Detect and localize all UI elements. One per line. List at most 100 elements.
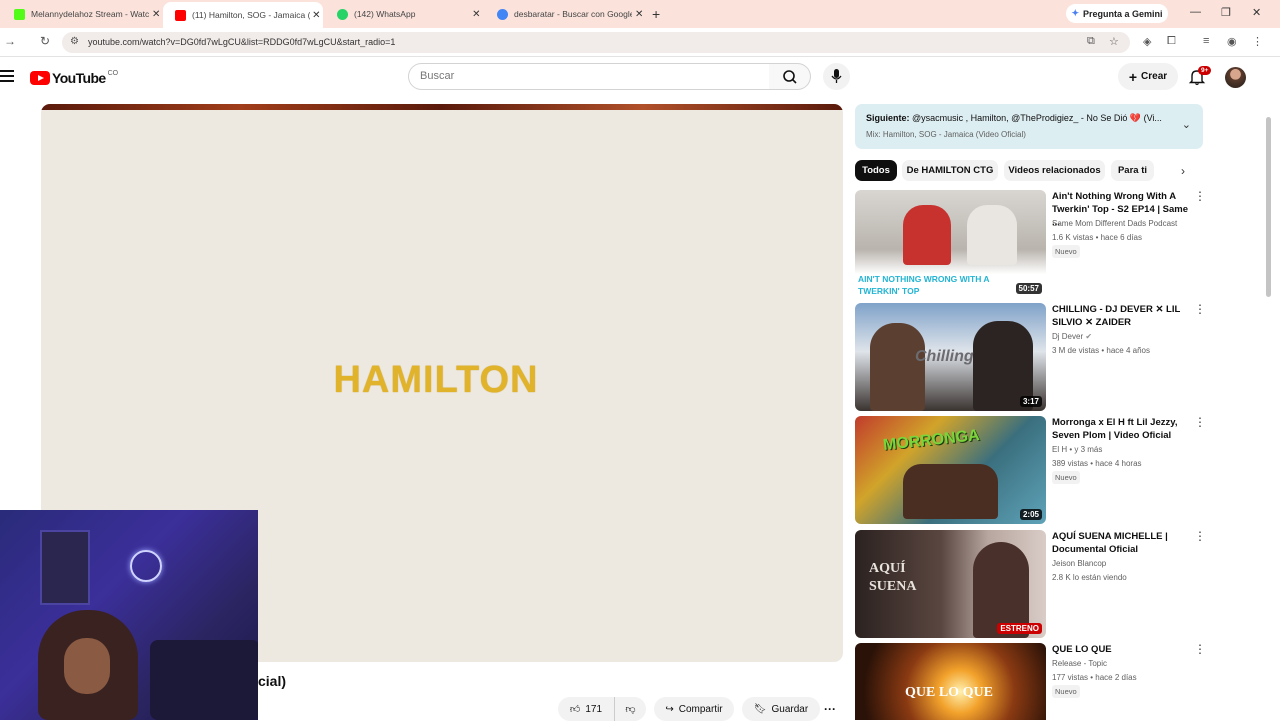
video-meta: 389 vistas • hace 4 horas [1052,459,1142,468]
channel-name[interactable]: El H • y 3 más [1052,445,1102,454]
video-title[interactable]: AQUÍ SUENA MICHELLE | Documental Oficial [1052,530,1192,556]
bookmark-star-icon[interactable]: ☆ [1109,35,1119,48]
install-app-icon[interactable]: ⧉ [1087,35,1095,48]
recommended-video[interactable]: AIN'T NOTHING WRONG WITH A TWERKIN' TOP … [855,190,1206,300]
tab-close-icon[interactable]: ✕ [470,9,483,20]
thumbnail-caption: MORRONGA [882,426,981,455]
video-thumbnail[interactable]: AIN'T NOTHING WRONG WITH A TWERKIN' TOP … [855,190,1046,298]
gemini-button[interactable]: ✦ Pregunta a Gemini [1066,4,1168,23]
video-thumbnail[interactable]: QUE LO QUE [855,643,1046,720]
premiere-badge: ESTRENO [997,623,1042,634]
back-arrow-icon[interactable]: → [4,34,16,48]
chip-videos-relacionados[interactable]: Videos relacionados [1004,160,1105,181]
page-scrollbar[interactable] [1266,117,1271,297]
tab-title: Melannydelahoz Stream - Watc [31,9,150,19]
more-vertical-icon[interactable]: ⋮ [1194,190,1206,202]
whatsapp-favicon-icon [337,8,348,20]
browser-tab[interactable]: desbaratar - Buscar con Google ✕ [483,0,646,28]
chip-de-hamilton[interactable]: De HAMILTON CTG [902,160,998,181]
tab-close-icon[interactable]: ✕ [310,10,323,21]
recommended-video[interactable]: Chilling 3:17 CHILLING - DJ DEVER ✕ LIL … [855,303,1206,413]
more-vertical-icon[interactable]: ⋮ [1194,303,1206,315]
neon-sign [130,550,162,582]
up-next-panel[interactable]: Siguiente: @ysacmusic , Hamilton, @ThePr… [855,104,1203,149]
search-box[interactable] [408,63,770,90]
profile-icon[interactable]: ◉ [1227,35,1237,48]
channel-name[interactable]: Same Mom Different Dads Podcast [1052,219,1177,228]
thumbnail-person [870,323,925,411]
video-duration: 50:57 [1015,283,1042,294]
bookmark-icon: 🔖︎ [753,703,767,715]
recommended-video[interactable]: QUE LO QUE QUE LO QUE Release - Topic 17… [855,643,1205,720]
thumbnail-caption: Chilling [915,348,974,365]
extensions-icon[interactable]: ⧠ [1167,35,1176,48]
save-button[interactable]: 🔖︎ Guardar [742,697,820,721]
chip-todos[interactable]: Todos [855,160,897,181]
search-input[interactable] [420,64,750,88]
media-controls-icon[interactable]: ≡ [1203,35,1209,47]
like-button[interactable]: 👍︎ 171 [558,697,614,721]
video-meta: 3 M de vistas • hace 4 años [1052,346,1150,355]
webcam-overlay [0,510,258,720]
site-info-icon[interactable]: ⚙ [70,36,79,47]
kick-favicon-icon [14,8,25,20]
browser-tab[interactable]: Melannydelahoz Stream - Watc ✕ [0,0,163,28]
browser-menu-icon[interactable]: ⋮ [1252,35,1263,48]
address-bar-row: → ↻ ⚙ youtube.com/watch?v=DG0fd7wLgCU&li… [0,28,1280,57]
more-horizontal-icon: ··· [824,702,836,716]
browser-tab[interactable]: (142) WhatsApp ✕ [323,0,483,28]
save-label: Guardar [771,703,809,715]
new-tab-button[interactable]: + [652,6,660,22]
video-title[interactable]: QUE LO QUE [1052,643,1192,656]
tab-close-icon[interactable]: ✕ [632,9,646,20]
hamburger-menu-icon[interactable] [0,70,14,82]
thumbnail-caption: AIN'T NOTHING WRONG WITH A TWERKIN' TOP [858,274,990,296]
chevron-right-icon[interactable]: › [1181,164,1185,178]
video-duration: 3:17 [1019,396,1042,407]
search-icon [783,70,797,84]
channel-name[interactable]: Release - Topic [1052,659,1107,668]
video-thumbnail[interactable]: AQUÍ SUENA ESTRENO [855,530,1046,638]
youtube-logo[interactable]: YouTube CO [30,70,118,86]
minimize-icon[interactable]: — [1190,6,1201,18]
channel-name[interactable]: Jeison Blancop [1052,559,1106,568]
share-button[interactable]: ↪ Compartir [654,697,734,721]
dislike-button[interactable]: 👎︎ [614,697,646,721]
browser-tab-active[interactable]: (11) Hamilton, SOG - Jamaica (V ✕ [163,2,323,28]
voice-search-button[interactable] [823,63,850,90]
url-text[interactable]: youtube.com/watch?v=DG0fd7wLgCU&list=RDD… [88,37,395,47]
omnibox[interactable]: ⚙ youtube.com/watch?v=DG0fd7wLgCU&list=R… [62,32,1130,53]
more-actions-button[interactable]: ··· [817,697,843,721]
video-title: cial) [258,673,287,689]
channel-name[interactable]: Dj Dever ✔ [1052,332,1092,341]
recommended-video[interactable]: AQUÍ SUENA ESTRENO AQUÍ SUENA MICHELLE |… [855,530,1206,640]
chevron-down-icon[interactable]: ⌄ [1182,118,1191,131]
video-duration: 2:05 [1019,509,1042,520]
video-title[interactable]: Morronga x El H ft Lil Jezzy, Seven Plom… [1052,416,1192,442]
tab-title: desbaratar - Buscar con Google [514,9,633,19]
video-frame-text: HAMILTON [333,359,539,401]
account-avatar[interactable] [1225,67,1246,88]
gemini-label: Pregunta a Gemini [1083,8,1163,19]
create-button[interactable]: + Crear [1118,63,1178,90]
more-vertical-icon[interactable]: ⋮ [1194,530,1206,542]
country-code: CO [107,70,119,77]
video-thumbnail[interactable]: Chilling 3:17 [855,303,1046,411]
maximize-icon[interactable]: ❐ [1221,6,1231,19]
close-window-icon[interactable]: ✕ [1252,6,1261,19]
video-meta: 1.6 K vistas • hace 6 días [1052,233,1142,242]
share-label: Compartir [678,703,723,715]
more-vertical-icon[interactable]: ⋮ [1194,416,1206,428]
recommended-video[interactable]: MORRONGA 2:05 Morronga x El H ft Lil Jez… [855,416,1206,526]
video-title[interactable]: CHILLING - DJ DEVER ✕ LIL SILVIO ✕ ZAIDE… [1052,303,1192,329]
video-thumbnail[interactable]: MORRONGA 2:05 [855,416,1046,524]
more-vertical-icon[interactable]: ⋮ [1194,643,1205,655]
reload-icon[interactable]: ↻ [40,34,50,48]
chip-para-ti[interactable]: Para ti [1111,160,1154,181]
up-next-label: Siguiente: [866,113,910,123]
tab-close-icon[interactable]: ✕ [149,9,163,20]
up-next-title: @ysacmusic , Hamilton, @TheProdigiez_ - … [909,113,1162,123]
shield-extension-icon[interactable]: ◈ [1143,35,1151,48]
gemini-star-icon: ✦ [1071,8,1079,18]
search-button[interactable] [769,63,811,90]
